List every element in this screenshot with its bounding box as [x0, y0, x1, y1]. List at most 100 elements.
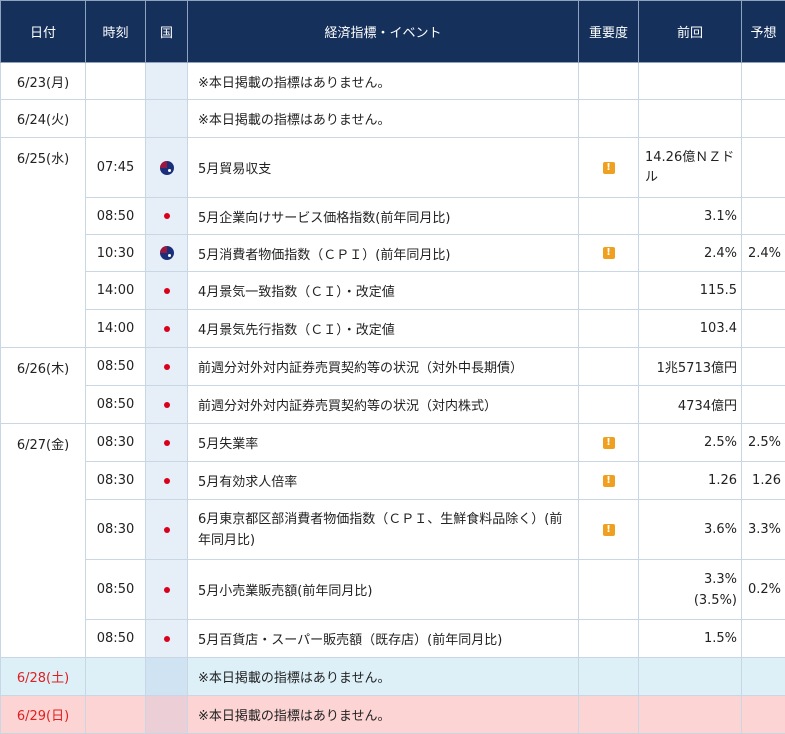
country-cell	[146, 696, 188, 734]
importance-icon: !	[603, 437, 615, 449]
event-cell: 5月失業率	[188, 424, 579, 462]
event-cell: 4月景気先行指数（ＣＩ）・改定値	[188, 310, 579, 348]
importance-cell	[579, 560, 639, 620]
forecast-cell	[742, 100, 785, 138]
country-cell	[146, 348, 188, 386]
event-cell: 5月貿易収支	[188, 138, 579, 198]
time-cell	[86, 63, 146, 100]
time-cell: 08:30	[86, 462, 146, 500]
forecast-cell: 3.3%	[742, 500, 785, 560]
country-cell	[146, 235, 188, 272]
japan-flag-icon	[162, 324, 172, 334]
event-cell: 5月企業向けサービス価格指数(前年同月比)	[188, 198, 579, 235]
nz-flag-icon	[160, 161, 174, 175]
previous-cell: 2.4%	[639, 235, 742, 272]
country-cell	[146, 386, 188, 424]
previous-cell	[639, 696, 742, 734]
japan-flag-icon	[162, 400, 172, 410]
event-cell: 前週分対外対内証券売買契約等の状況（対内株式）	[188, 386, 579, 424]
japan-flag-icon	[162, 585, 172, 595]
table-row: 08:50 前週分対外対内証券売買契約等の状況（対内株式） 4734億円	[1, 386, 785, 424]
time-cell	[86, 100, 146, 138]
forecast-cell	[742, 63, 785, 100]
previous-cell	[639, 658, 742, 696]
country-cell	[146, 462, 188, 500]
country-cell	[146, 63, 188, 100]
importance-cell	[579, 658, 639, 696]
australia-flag-icon	[160, 246, 174, 260]
date-cell: 6/24(火)	[1, 100, 86, 138]
importance-cell: !	[579, 500, 639, 560]
event-cell: 5月小売業販売額(前年同月比)	[188, 560, 579, 620]
table-row: 6/26(木) 08:50 前週分対外対内証券売買契約等の状況（対外中長期債） …	[1, 348, 785, 386]
importance-cell	[579, 348, 639, 386]
date-cell: 6/25(水)	[1, 138, 86, 348]
date-cell: 6/26(木)	[1, 348, 86, 424]
previous-cell: 1.5%	[639, 620, 742, 658]
header-country: 国	[146, 1, 188, 63]
table-row: 6/24(火) ※本日掲載の指標はありません。	[1, 100, 785, 138]
japan-flag-icon	[162, 438, 172, 448]
time-cell	[86, 658, 146, 696]
japan-flag-icon	[162, 634, 172, 644]
forecast-cell: 1.26	[742, 462, 785, 500]
forecast-cell	[742, 310, 785, 348]
country-cell	[146, 658, 188, 696]
previous-cell: 3.3% (3.5%)	[639, 560, 742, 620]
table-row: 08:50 5月企業向けサービス価格指数(前年同月比) 3.1%	[1, 198, 785, 235]
time-cell: 08:50	[86, 620, 146, 658]
importance-cell: !	[579, 138, 639, 198]
importance-icon: !	[603, 524, 615, 536]
forecast-cell: 2.4%	[742, 235, 785, 272]
table-row: 6/27(金) 08:30 5月失業率 ! 2.5% 2.5%	[1, 424, 785, 462]
importance-cell	[579, 272, 639, 310]
forecast-cell	[742, 348, 785, 386]
event-cell: 6月東京都区部消費者物価指数（ＣＰＩ、生鮮食料品除く）(前年同月比)	[188, 500, 579, 560]
date-cell: 6/27(金)	[1, 424, 86, 658]
date-cell: 6/28(土)	[1, 658, 86, 696]
time-cell: 14:00	[86, 310, 146, 348]
time-cell: 10:30	[86, 235, 146, 272]
forecast-cell	[742, 696, 785, 734]
forecast-cell	[742, 386, 785, 424]
header-row: 日付 時刻 国 経済指標・イベント 重要度 前回 予想	[1, 1, 785, 63]
event-cell: 4月景気一致指数（ＣＩ）・改定値	[188, 272, 579, 310]
date-cell: 6/23(月)	[1, 63, 86, 100]
previous-cell: 1兆5713億円	[639, 348, 742, 386]
table-row: 14:00 4月景気一致指数（ＣＩ）・改定値 115.5	[1, 272, 785, 310]
forecast-cell	[742, 620, 785, 658]
header-importance: 重要度	[579, 1, 639, 63]
country-cell	[146, 560, 188, 620]
date-cell: 6/29(日)	[1, 696, 86, 734]
time-cell: 08:50	[86, 560, 146, 620]
table-row: 08:50 5月百貨店・スーパー販売額（既存店）(前年同月比) 1.5%	[1, 620, 785, 658]
forecast-cell	[742, 658, 785, 696]
previous-cell	[639, 100, 742, 138]
previous-cell: 3.6%	[639, 500, 742, 560]
economic-calendar-table: 日付 時刻 国 経済指標・イベント 重要度 前回 予想 6/23(月) ※本日掲…	[0, 0, 785, 734]
importance-cell: !	[579, 462, 639, 500]
importance-cell	[579, 620, 639, 658]
table-row: 6/29(日) ※本日掲載の指標はありません。	[1, 696, 785, 734]
importance-cell: !	[579, 235, 639, 272]
importance-cell	[579, 63, 639, 100]
japan-flag-icon	[162, 525, 172, 535]
table-row: 6/28(土) ※本日掲載の指標はありません。	[1, 658, 785, 696]
event-cell: 5月有効求人倍率	[188, 462, 579, 500]
forecast-cell: 0.2%	[742, 560, 785, 620]
time-cell	[86, 696, 146, 734]
country-cell	[146, 620, 188, 658]
header-date: 日付	[1, 1, 86, 63]
table-row: 10:30 5月消費者物価指数（ＣＰＩ）(前年同月比) ! 2.4% 2.4%	[1, 235, 785, 272]
time-cell: 08:50	[86, 386, 146, 424]
importance-cell	[579, 198, 639, 235]
importance-cell: !	[579, 424, 639, 462]
importance-icon: !	[603, 162, 615, 174]
previous-cell: 4734億円	[639, 386, 742, 424]
event-cell: 5月消費者物価指数（ＣＰＩ）(前年同月比)	[188, 235, 579, 272]
event-cell: ※本日掲載の指標はありません。	[188, 658, 579, 696]
time-cell: 14:00	[86, 272, 146, 310]
country-cell	[146, 310, 188, 348]
importance-icon: !	[603, 475, 615, 487]
country-cell	[146, 198, 188, 235]
